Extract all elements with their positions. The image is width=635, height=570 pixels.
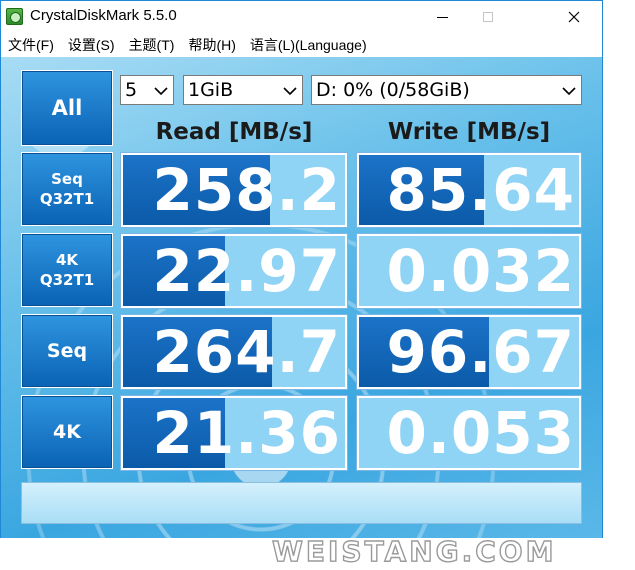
seq-q32t1-write-value: 85.64	[386, 156, 575, 224]
comment-field[interactable]	[21, 482, 582, 524]
menu-language[interactable]: 语言(L)(Language)	[250, 35, 367, 55]
test-size-value: 1GiB	[188, 79, 234, 101]
seq-button[interactable]: Seq	[21, 314, 113, 388]
test-label-line1: Seq	[51, 170, 83, 188]
menu-file[interactable]: 文件(F)	[8, 35, 54, 55]
4k-q32t1-button[interactable]: 4K Q32T1	[21, 233, 113, 307]
drive-select[interactable]: D: 0% (0/58GiB)	[311, 75, 582, 105]
maximize-button[interactable]	[465, 1, 511, 33]
minimize-icon	[436, 16, 448, 18]
test-label-line1: 4K	[55, 251, 79, 269]
4k-q32t1-read-value: 22.97	[152, 237, 341, 305]
test-size-select[interactable]: 1GiB	[183, 75, 303, 105]
benchmark-panel: All 5 1GiB D: 0% (0/58GiB) Read [MB/s] W…	[1, 57, 602, 538]
app-disk-icon	[6, 8, 23, 25]
read-column-header: Read [MB/s]	[155, 119, 313, 145]
seq-q32t1-read-cell: 258.2	[120, 152, 348, 228]
4k-read-cell: 21.36	[120, 395, 348, 471]
menu-help[interactable]: 帮助(H)	[188, 35, 235, 55]
window-title: CrystalDiskMark 5.5.0	[30, 7, 177, 24]
seq-write-cell: 96.67	[356, 314, 582, 390]
seq-read-cell: 264.7	[120, 314, 348, 390]
seq-read-value: 264.7	[152, 318, 341, 386]
site-watermark: WEISTANG.COM	[271, 534, 557, 568]
4k-write-cell: 0.053	[356, 395, 582, 471]
test-count-value: 5	[125, 79, 138, 101]
minimize-button[interactable]	[419, 1, 465, 33]
4k-read-value: 21.36	[152, 399, 341, 467]
app-window: CrystalDiskMark 5.5.0 文件(F) 设置(S) 主题(T) …	[0, 0, 603, 538]
seq-q32t1-button[interactable]: Seq Q32T1	[21, 152, 113, 226]
4k-q32t1-write-value: 0.032	[386, 237, 575, 305]
test-label-line1: 4K	[53, 421, 81, 443]
4k-write-value: 0.053	[386, 399, 575, 467]
seq-q32t1-write-cell: 85.64	[356, 152, 582, 228]
seq-write-value: 96.67	[386, 318, 575, 386]
seq-q32t1-read-value: 258.2	[152, 156, 341, 224]
menu-bar: 文件(F) 设置(S) 主题(T) 帮助(H) 语言(L)(Language)	[1, 33, 602, 57]
close-button[interactable]	[551, 1, 597, 33]
4k-button[interactable]: 4K	[21, 395, 113, 469]
chevron-down-icon	[283, 87, 297, 96]
4k-q32t1-read-cell: 22.97	[120, 233, 348, 309]
test-label-line1: Seq	[46, 340, 88, 362]
title-bar[interactable]: CrystalDiskMark 5.5.0	[1, 1, 602, 33]
menu-settings[interactable]: 设置(S)	[68, 35, 115, 55]
drive-value: D: 0% (0/58GiB)	[316, 79, 470, 101]
close-icon	[568, 11, 580, 23]
4k-q32t1-write-cell: 0.032	[356, 233, 582, 309]
test-label-line2: Q32T1	[39, 190, 95, 208]
test-label-line2: Q32T1	[39, 271, 95, 289]
menu-theme[interactable]: 主题(T)	[129, 35, 175, 55]
chevron-down-icon	[562, 87, 576, 96]
write-column-header: Write [MB/s]	[387, 119, 551, 145]
test-count-select[interactable]: 5	[120, 75, 174, 105]
chevron-down-icon	[154, 87, 168, 96]
maximize-icon	[483, 12, 493, 22]
run-all-button[interactable]: All	[21, 70, 113, 146]
